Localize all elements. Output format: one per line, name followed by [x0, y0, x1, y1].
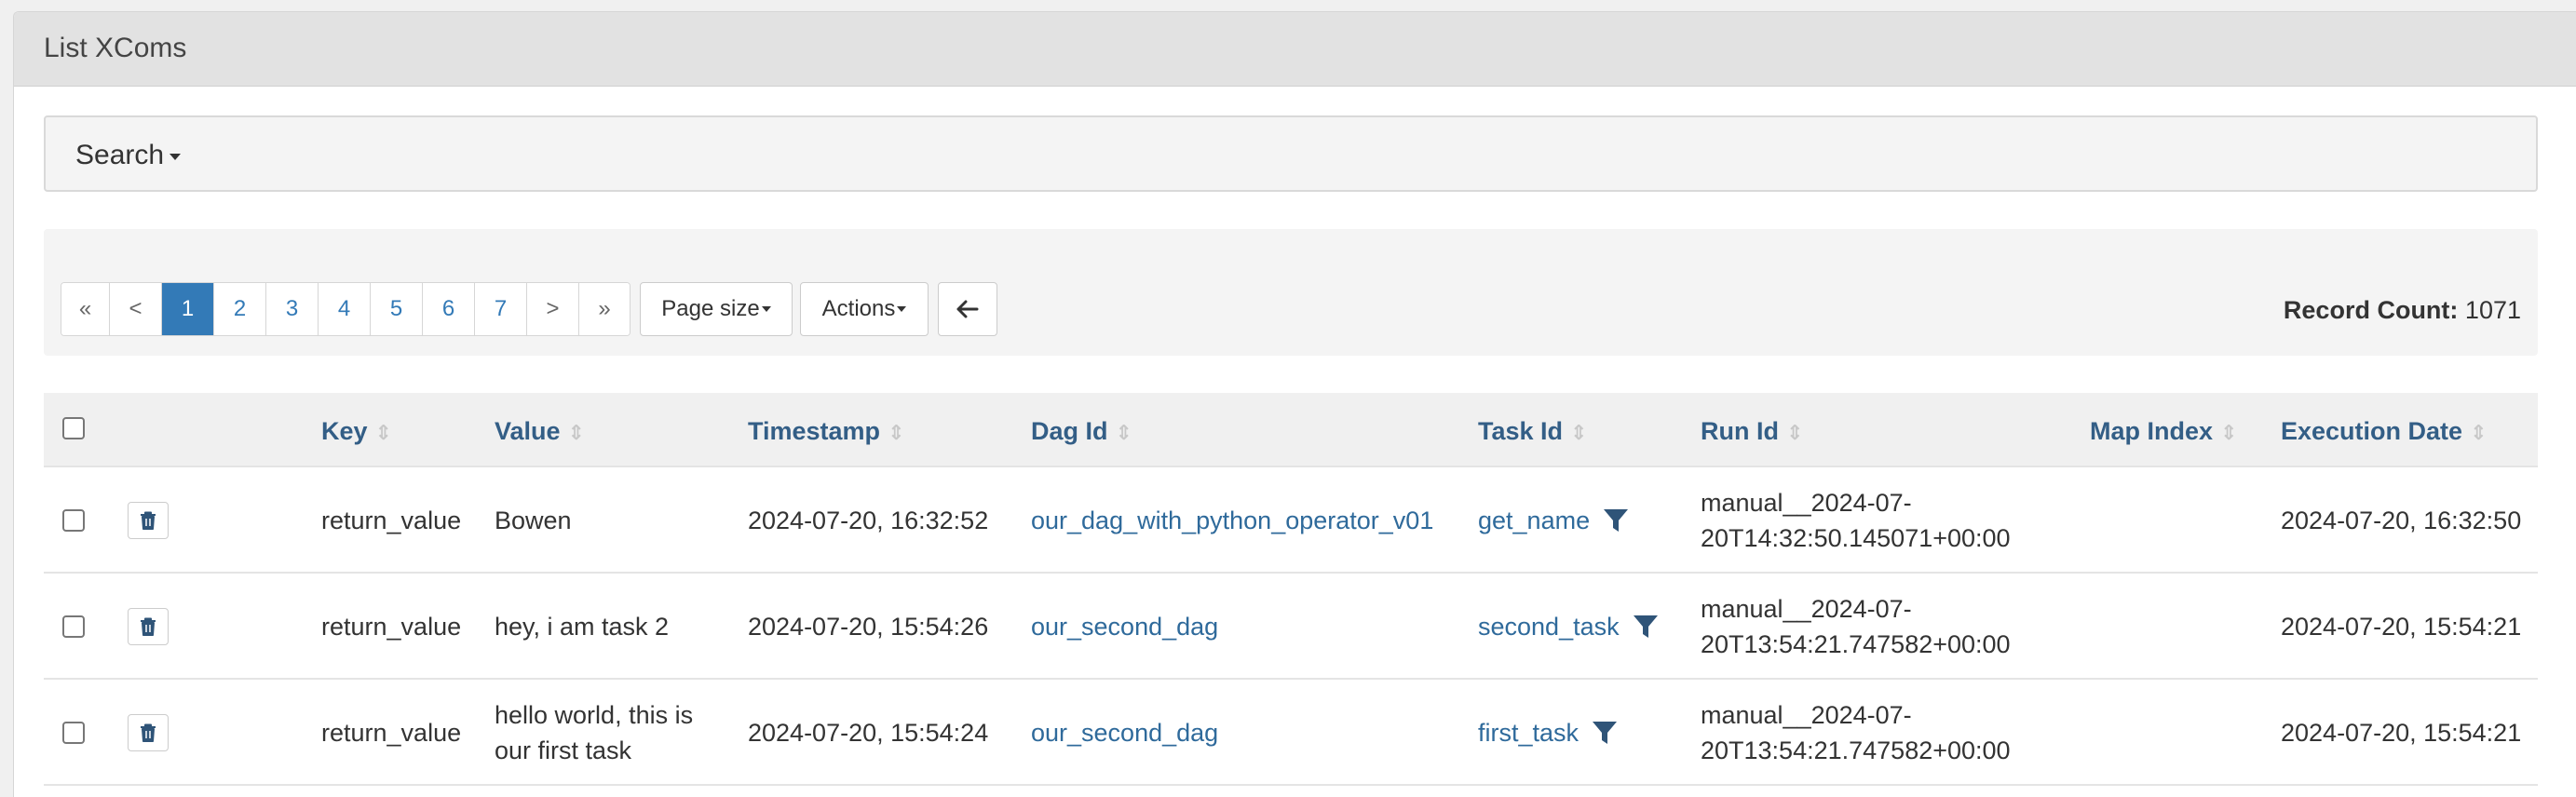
- filter-icon[interactable]: [1633, 614, 1659, 640]
- cell-timestamp: 2024-07-20, 15:54:24: [748, 719, 989, 747]
- cell-run-id: manual__2024-07- 20T13:54:21.747582+00:0…: [1701, 574, 2011, 680]
- page-size-label: Page size: [661, 296, 760, 321]
- page-6[interactable]: 6: [423, 283, 475, 335]
- column-header-timestamp[interactable]: Timestamp ⇕: [748, 417, 905, 446]
- cell-execution-date: 2024-07-20, 16:32:50: [2281, 507, 2522, 534]
- dag-id-link[interactable]: our_second_dag: [1031, 574, 1218, 680]
- page-3[interactable]: 3: [266, 283, 319, 335]
- sort-icon: ⇕: [1785, 421, 1804, 444]
- cell-task-id: get_name: [1478, 467, 1629, 574]
- run-id-line: 20T13:54:21.747582+00:00: [1701, 630, 2011, 658]
- value-line: our first task: [495, 736, 632, 764]
- page-size-button[interactable]: Page size: [640, 282, 793, 336]
- cell-run-id: manual__2024-07- 20T14:32:50.145071+00:0…: [1701, 467, 2011, 574]
- search-toggle[interactable]: Search: [44, 115, 2538, 192]
- select-all-checkbox[interactable]: [62, 417, 85, 439]
- delete-button[interactable]: [128, 502, 169, 539]
- page-first[interactable]: «: [61, 283, 110, 335]
- column-header-execution-date[interactable]: Execution Date ⇕: [2281, 417, 2488, 446]
- table-row: return_value hello world, this is our fi…: [44, 680, 2538, 786]
- dag-id-link[interactable]: our_dag_with_python_operator_v01: [1031, 467, 1433, 574]
- trash-icon: [141, 617, 156, 636]
- record-count-label: Record Count:: [2283, 296, 2459, 324]
- run-id-line: 20T13:54:21.747582+00:00: [1701, 736, 2011, 764]
- task-id-link[interactable]: get_name: [1478, 503, 1590, 538]
- trash-icon: [141, 723, 156, 742]
- table-header: Key ⇕ Value ⇕ Timestamp ⇕ Dag Id ⇕ Task Id ⇕ …: [44, 393, 2538, 467]
- page-2[interactable]: 2: [214, 283, 266, 335]
- cell-key: return_value: [321, 719, 462, 747]
- caret-down-icon: [169, 153, 182, 160]
- column-header-key[interactable]: Key ⇕: [321, 417, 392, 446]
- pagination: « < 1 2 3 4 5 6 7 > »: [61, 282, 630, 336]
- cell-run-id: manual__2024-07- 20T13:54:21.747582+00:0…: [1701, 680, 2011, 786]
- run-id-line: manual__2024-07-: [1701, 489, 1912, 517]
- filter-icon[interactable]: [1592, 720, 1618, 746]
- column-header-task-id[interactable]: Task Id ⇕: [1478, 417, 1587, 446]
- sort-icon: ⇕: [567, 421, 585, 444]
- delete-button[interactable]: [128, 714, 169, 751]
- page-1[interactable]: 1: [162, 283, 214, 335]
- sort-icon: ⇕: [888, 421, 905, 444]
- xcom-table: Key ⇕ Value ⇕ Timestamp ⇕ Dag Id ⇕ Task Id ⇕ …: [44, 393, 2538, 786]
- page-next[interactable]: >: [527, 283, 579, 335]
- cell-execution-date: 2024-07-20, 15:54:21: [2281, 613, 2522, 641]
- column-header-dag-id[interactable]: Dag Id ⇕: [1031, 417, 1132, 446]
- record-count-value: 1071: [2464, 296, 2521, 324]
- actions-button[interactable]: Actions: [800, 282, 929, 336]
- column-header-run-id[interactable]: Run Id ⇕: [1701, 417, 1803, 446]
- column-header-value[interactable]: Value ⇕: [495, 417, 585, 446]
- sort-icon: ⇕: [374, 421, 392, 444]
- cell-value: hello world, this is our first task: [495, 680, 693, 786]
- run-id-line: manual__2024-07-: [1701, 701, 1912, 729]
- cell-value: hey, i am task 2: [495, 613, 670, 641]
- caret-down-icon: [897, 306, 907, 312]
- page-prev[interactable]: <: [110, 283, 162, 335]
- cell-key: return_value: [321, 507, 462, 534]
- back-button[interactable]: [938, 282, 997, 336]
- cell-task-id: first_task: [1478, 680, 1618, 786]
- actions-label: Actions: [821, 296, 896, 321]
- page-title: List XComs: [14, 12, 2576, 87]
- caret-down-icon: [761, 306, 771, 312]
- table-row: return_value Bowen 2024-07-20, 16:32:52 …: [44, 467, 2538, 574]
- sort-icon: ⇕: [1115, 421, 1132, 444]
- run-id-line: manual__2024-07-: [1701, 595, 1912, 623]
- filter-icon[interactable]: [1603, 507, 1629, 534]
- search-label: Search: [75, 140, 165, 170]
- row-checkbox[interactable]: [62, 722, 85, 744]
- arrow-left-icon: [956, 300, 979, 318]
- xcom-list-panel: List XComs Search « < 1 2 3 4 5 6 7 > » …: [13, 11, 2576, 797]
- table-row: return_value hey, i am task 2 2024-07-20…: [44, 574, 2538, 680]
- record-count: Record Count: 1071: [2284, 296, 2521, 325]
- column-header-map-index[interactable]: Map Index ⇕: [2090, 417, 2237, 446]
- row-checkbox[interactable]: [62, 615, 85, 638]
- sort-icon: ⇕: [1570, 421, 1588, 444]
- sort-icon: ⇕: [2220, 421, 2238, 444]
- cell-execution-date: 2024-07-20, 15:54:21: [2281, 719, 2522, 747]
- page-last[interactable]: »: [579, 283, 630, 335]
- value-line: hello world, this is: [495, 701, 694, 729]
- cell-value: Bowen: [495, 507, 572, 534]
- task-id-link[interactable]: second_task: [1478, 609, 1620, 644]
- task-id-link[interactable]: first_task: [1478, 715, 1579, 750]
- delete-button[interactable]: [128, 608, 169, 645]
- row-checkbox[interactable]: [62, 509, 85, 532]
- list-toolbar: « < 1 2 3 4 5 6 7 > » Page size Actions …: [44, 229, 2538, 356]
- page-4[interactable]: 4: [319, 283, 371, 335]
- cell-task-id: second_task: [1478, 574, 1659, 680]
- cell-timestamp: 2024-07-20, 15:54:26: [748, 613, 989, 641]
- cell-timestamp: 2024-07-20, 16:32:52: [748, 507, 989, 534]
- page-5[interactable]: 5: [371, 283, 423, 335]
- dag-id-link[interactable]: our_second_dag: [1031, 680, 1218, 786]
- page-7[interactable]: 7: [475, 283, 527, 335]
- sort-icon: ⇕: [2470, 421, 2488, 444]
- cell-key: return_value: [321, 613, 462, 641]
- trash-icon: [141, 511, 156, 530]
- run-id-line: 20T14:32:50.145071+00:00: [1701, 524, 2011, 552]
